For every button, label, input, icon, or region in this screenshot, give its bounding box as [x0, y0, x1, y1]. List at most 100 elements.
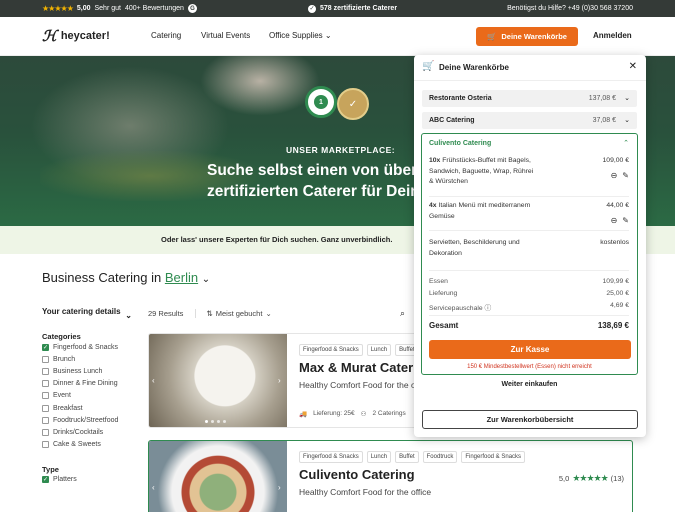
close-icon[interactable]: ✕ — [629, 61, 637, 72]
cart-overview-button[interactable]: Zur Warenkorbübersicht — [422, 410, 638, 429]
truck-icon: 🚚 — [299, 411, 308, 418]
chevron-left-icon[interactable]: ‹ — [152, 376, 155, 385]
hero-title: Suche selbst einen von über zertifiziert… — [207, 160, 417, 202]
checkbox[interactable] — [42, 441, 49, 449]
remove-icon[interactable]: ⊖ — [611, 216, 618, 227]
login-link[interactable]: Anmelden — [593, 31, 632, 40]
extras-label: Servietten, Beschilderung und Dekoration — [429, 239, 520, 257]
filter-option[interactable]: ✓ Fingerfood & Snacks — [42, 341, 137, 353]
sort-dropdown[interactable]: ⇅ Meist gebucht ⌄ — [195, 309, 272, 318]
filter-option[interactable]: Breakfast — [42, 402, 137, 414]
catering-details-toggle[interactable]: Your catering details ⌄ — [42, 305, 137, 320]
chevron-down-icon[interactable]: ⌄ — [202, 274, 210, 285]
filter-option[interactable]: Cake & Sweets — [42, 439, 137, 451]
caterer-name[interactable]: Culivento Catering — [299, 467, 415, 482]
reviews-count[interactable]: 400+ Bewertungen — [125, 5, 184, 12]
caterer-tagline: Healthy Comfort Food for the office — [299, 380, 432, 390]
results-count: 29 Results — [148, 309, 184, 318]
best-caterer-seal-icon: 1 — [305, 86, 337, 118]
caterer-count: ✓ 578 zertifizierte Caterer — [308, 4, 397, 13]
extras-value: kostenlos — [600, 239, 629, 246]
total-value: 138,69 € — [597, 321, 629, 330]
type-heading: Type — [42, 464, 59, 474]
chevron-down-icon: ⌄ — [265, 309, 272, 318]
remove-icon[interactable]: ⊖ — [611, 171, 618, 182]
filter-label: Cake & Sweets — [53, 441, 101, 449]
chevron-right-icon[interactable]: › — [278, 376, 281, 385]
caterer-name[interactable]: Max & Murat Catering — [299, 360, 433, 375]
star-rating-icon: ★★★★★ — [572, 473, 608, 483]
continue-shopping-link[interactable]: Weiter einkaufen — [422, 381, 637, 391]
chevron-left-icon[interactable]: ‹ — [152, 483, 155, 492]
nav-item-office-supplies[interactable]: Office Supplies ⌄ — [269, 31, 332, 40]
delivery-subtotal: Lieferung 25,00 € — [429, 290, 629, 297]
open-cart-name[interactable]: Culivento Catering — [429, 140, 491, 147]
caterer-image — [149, 334, 287, 427]
filter-option[interactable]: Event — [42, 390, 137, 402]
chevron-down-icon: ⌄ — [624, 95, 630, 102]
cart-button-label: Deine Warenkörbe — [501, 32, 567, 41]
info-icon[interactable]: ⓘ — [485, 305, 492, 312]
filter-option[interactable]: Dinner & Fine Dining — [42, 378, 137, 390]
filter-label: Foodtruck/Streetfood — [53, 416, 119, 424]
service-subtotal: Servicepauschale ⓘ 4,69 € — [429, 302, 629, 312]
cart-icon: 🛒 — [487, 32, 497, 41]
checkbox[interactable]: ✓ — [42, 343, 49, 351]
filter-label: Event — [53, 392, 71, 400]
google-icon: G — [187, 4, 197, 13]
chevron-down-icon: ⌄ — [125, 311, 132, 320]
category-tag: Fingerfood & Snacks — [461, 451, 526, 463]
checkout-button[interactable]: Zur Kasse — [429, 340, 631, 359]
divider — [429, 230, 629, 231]
restaurant-name: ABC Catering — [429, 117, 475, 124]
office-supplies-label: Office Supplies — [269, 31, 323, 40]
chevron-right-icon[interactable]: › — [278, 483, 281, 492]
help-phone[interactable]: Benötigst du Hilfe? +49 (0)30 568 37200 — [507, 5, 633, 12]
nav-item-virtual-events[interactable]: Virtual Events — [201, 31, 250, 40]
food-label: Essen — [429, 278, 448, 285]
restaurant-name: Restorante Osteria — [429, 95, 492, 102]
item-description: Frühstücks-Buffet mit Bagels, Sandwich, … — [429, 157, 534, 185]
delivery-value: 25,00 € — [606, 290, 629, 297]
edit-icon[interactable]: ✎ — [622, 171, 629, 182]
expert-info-text[interactable]: Oder lass' unsere Experten für Dich such… — [161, 235, 392, 244]
nav-item-catering[interactable]: Catering — [151, 31, 181, 40]
filter-option[interactable]: Business Lunch — [42, 365, 137, 377]
caterer-card[interactable]: ‹ › Fingerfood & Snacks Lunch Buffet Foodtr… — [148, 440, 633, 512]
cart-button[interactable]: 🛒 Deine Warenkörbe — [476, 27, 578, 46]
approved-seal-icon: ✓ — [337, 88, 369, 120]
checkbox[interactable] — [42, 392, 49, 400]
chevron-up-icon[interactable]: ⌃ — [623, 139, 629, 147]
sort-icon: ⇅ — [206, 309, 213, 318]
sort-label: Meist gebucht — [215, 309, 263, 318]
search-icon[interactable]: ⌕ — [400, 308, 405, 319]
checkbox[interactable]: ✓ — [42, 476, 49, 484]
cart-restaurant[interactable]: Restorante Osteria 137,08 € ⌄ — [422, 90, 637, 107]
checkbox[interactable] — [42, 380, 49, 388]
checkbox[interactable] — [42, 416, 49, 424]
cart-panel-header: 🛒 Deine Warenkörbe ✕ — [414, 55, 646, 81]
food-value: 109,99 € — [602, 278, 629, 285]
hero-title-line-2: zertifizierten Caterer für Dein — [207, 183, 417, 200]
edit-icon[interactable]: ✎ — [622, 216, 629, 227]
checkbox[interactable] — [42, 367, 49, 375]
restaurant-price: 37,08 € — [592, 117, 616, 124]
checkbox[interactable] — [42, 404, 49, 412]
filter-option[interactable]: Brunch — [42, 353, 137, 365]
city-selector[interactable]: Berlin — [165, 270, 198, 285]
top-bar: ★★★★★ 5,00 Sehr gut 400+ Bewertungen G ✓… — [0, 0, 675, 17]
caterer-tagline: Healthy Comfort Food for the office — [299, 487, 432, 497]
total-label: Gesamt — [429, 321, 459, 330]
hero-photo-highlight — [200, 56, 320, 116]
type-list: ✓ Platters — [42, 474, 137, 486]
filter-option[interactable]: Drinks/Cocktails — [42, 426, 137, 438]
filter-label: Fingerfood & Snacks — [53, 343, 118, 351]
logo[interactable]: ℋ heycater! — [42, 27, 110, 45]
cart-restaurant[interactable]: ABC Catering 37,08 € ⌄ — [422, 112, 637, 129]
category-tag: Fingerfood & Snacks — [299, 344, 363, 356]
badge-icon: ⚇ — [360, 411, 367, 418]
filter-option[interactable]: ✓ Platters — [42, 474, 137, 486]
checkbox[interactable] — [42, 355, 49, 363]
filter-option[interactable]: Foodtruck/Streetfood — [42, 414, 137, 426]
checkbox[interactable] — [42, 428, 49, 436]
